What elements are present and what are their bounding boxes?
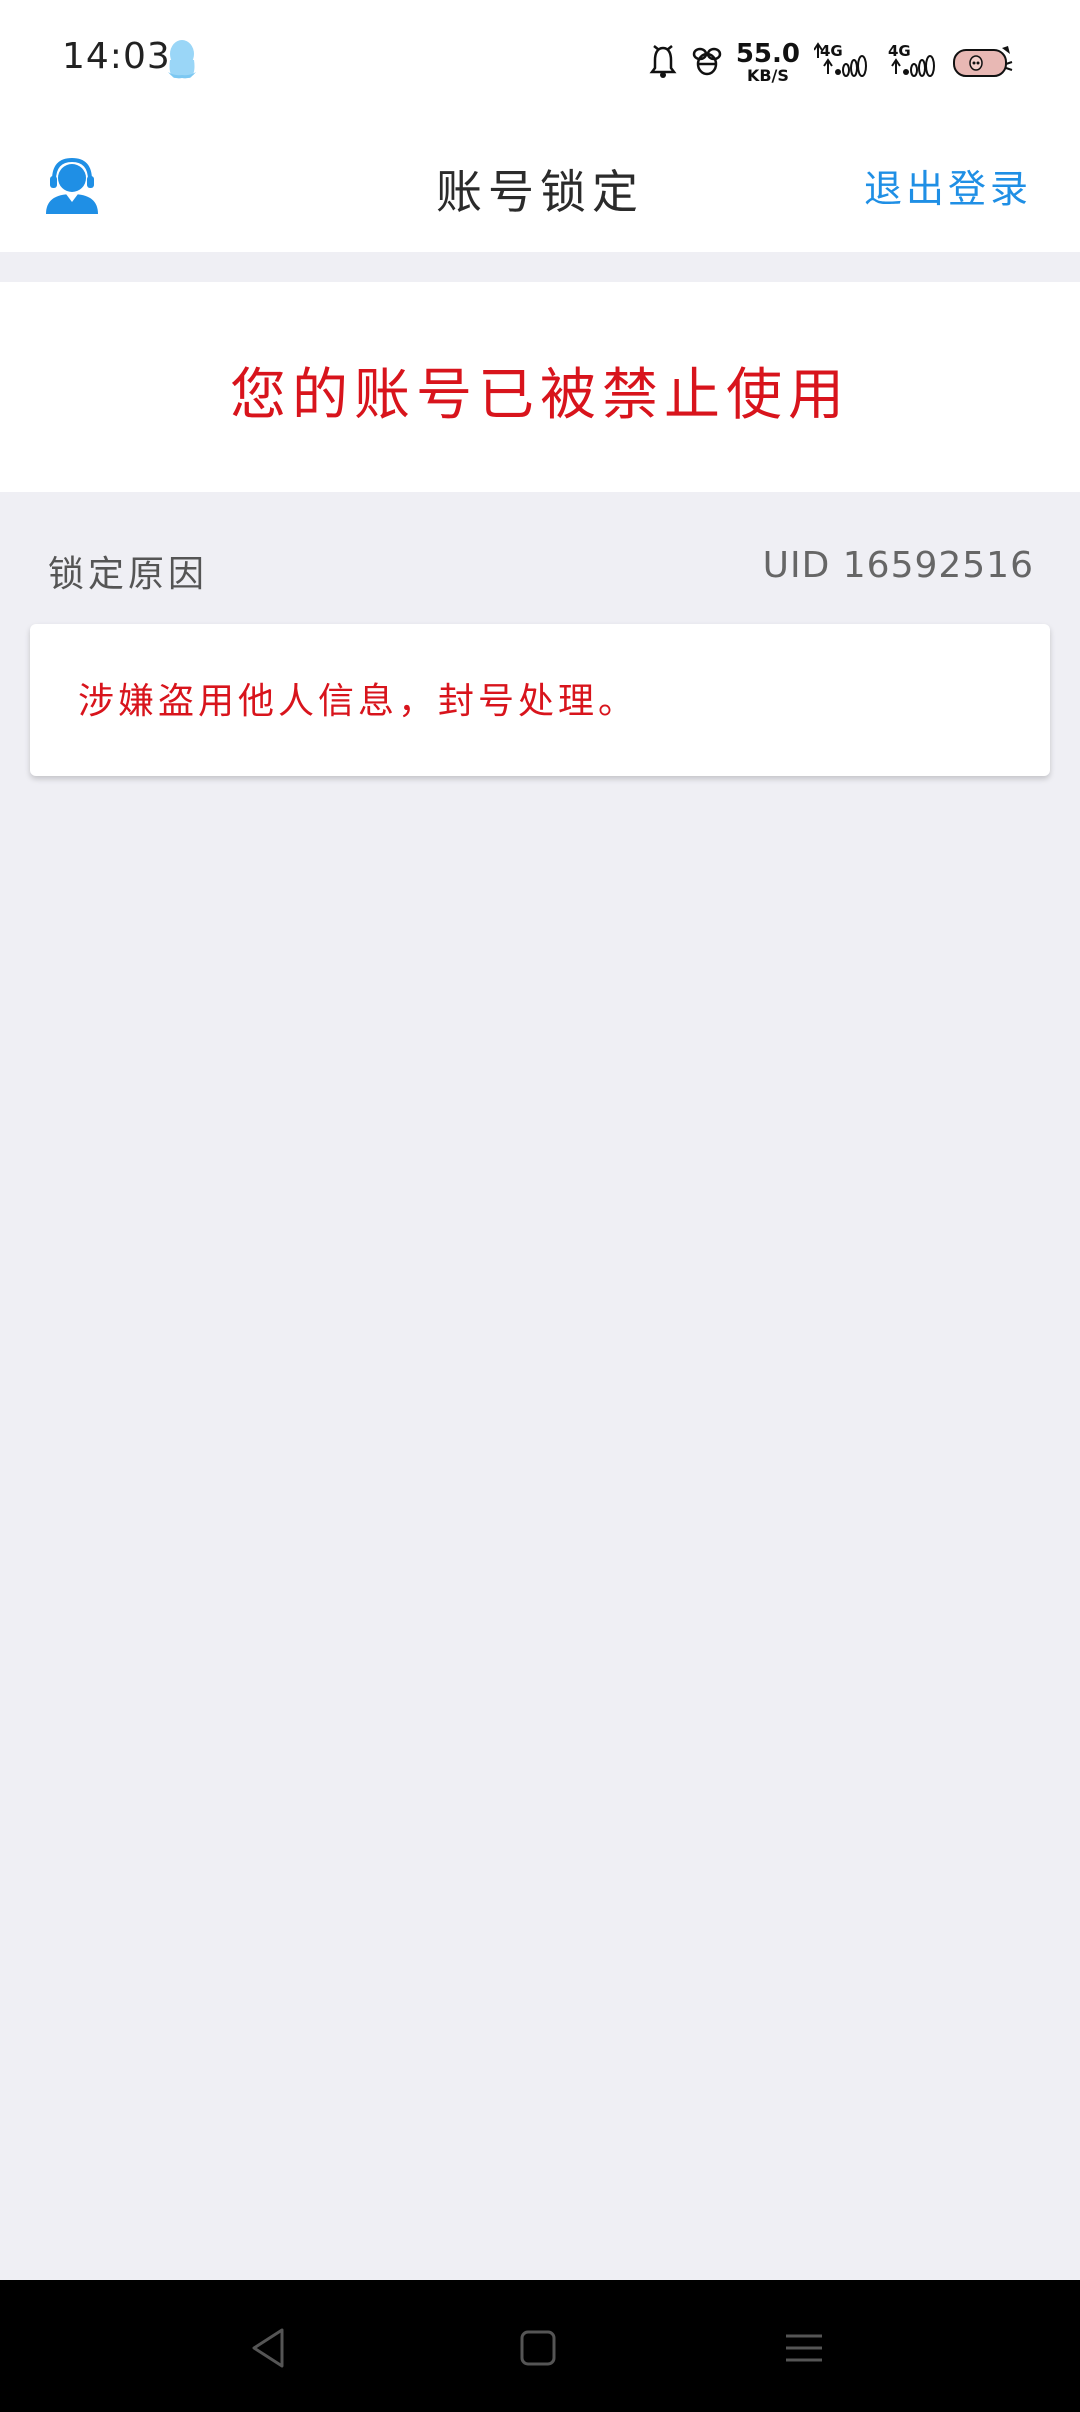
back-icon[interactable] — [238, 2318, 298, 2378]
home-icon[interactable] — [508, 2318, 568, 2378]
signal-2: 4G — [882, 42, 936, 82]
uid-label: UID 16592516 — [762, 545, 1034, 586]
logout-button[interactable]: 退出登录 — [864, 158, 1032, 213]
signal-1-label: 4G — [820, 42, 843, 60]
alarm-icon — [649, 45, 677, 78]
speed-value: 55.0 — [735, 38, 800, 69]
ban-banner: 您的账号已被禁止使用 — [0, 282, 1080, 492]
status-time: 14:03 — [62, 36, 171, 77]
reason-card: 涉嫌盗用他人信息，封号处理。 — [30, 624, 1050, 776]
ban-message: 您的账号已被禁止使用 — [230, 363, 850, 428]
speed-unit: KB/S — [746, 65, 789, 85]
qq-icon — [168, 40, 196, 79]
app-header: 账号锁定 退出登录 — [0, 122, 1080, 252]
signal-1: 4G — [813, 42, 868, 82]
reason-text: 涉嫌盗用他人信息，封号处理。 — [78, 681, 639, 722]
system-nav-bar — [0, 2280, 1080, 2412]
bee-icon — [692, 47, 722, 76]
signal-2-label: 4G — [888, 42, 911, 60]
menu-icon[interactable] — [774, 2318, 834, 2378]
status-bar: 14:03 55.0 KB/S 4G 4G — [0, 0, 1080, 122]
battery-icon — [953, 46, 1013, 77]
reason-row: 锁定原因 UID 16592516 — [48, 545, 1034, 595]
network-speed: 55.0 KB/S — [736, 41, 800, 84]
status-icons: 55.0 KB/S 4G 4G — [648, 40, 1014, 84]
reason-label: 锁定原因 — [48, 554, 209, 595]
